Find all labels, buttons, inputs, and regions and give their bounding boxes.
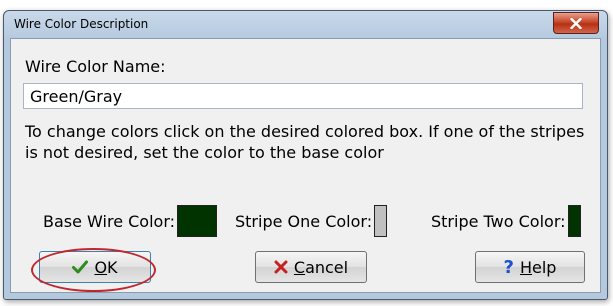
- cancel-button-label: Cancel: [293, 257, 349, 277]
- stripe-one-color-group: Stripe One Color:: [235, 205, 388, 237]
- stripe-two-color-swatch[interactable]: [567, 205, 581, 237]
- help-button[interactable]: ? Help: [475, 251, 585, 283]
- window-title: Wire Color Description: [14, 17, 149, 31]
- base-wire-color-group: Base Wire Color:: [43, 205, 217, 237]
- base-wire-color-swatch[interactable]: [177, 205, 217, 237]
- check-icon: [72, 260, 89, 274]
- help-button-label: Help: [519, 257, 557, 277]
- instructions-text: To change colors click on the desired co…: [25, 122, 585, 162]
- ok-button[interactable]: OK: [39, 251, 151, 283]
- wire-color-name-input[interactable]: [23, 83, 583, 109]
- stripe-two-color-label: Stripe Two Color:: [431, 211, 566, 231]
- dialog-window: Wire Color Description Wire Color Name: …: [3, 10, 608, 300]
- base-wire-color-label: Base Wire Color:: [43, 211, 175, 231]
- close-icon: [570, 17, 582, 29]
- stripe-two-color-group: Stripe Two Color:: [431, 205, 581, 237]
- cancel-button[interactable]: Cancel: [255, 251, 367, 283]
- ok-button-label: OK: [94, 257, 118, 277]
- title-bar[interactable]: Wire Color Description: [4, 11, 607, 38]
- question-icon: ?: [503, 256, 514, 278]
- close-button[interactable]: [553, 12, 599, 34]
- stripe-one-color-swatch[interactable]: [374, 205, 388, 237]
- dialog-body: Wire Color Name: To change colors click …: [10, 38, 601, 293]
- x-icon: [274, 260, 288, 274]
- stripe-one-color-label: Stripe One Color:: [235, 211, 373, 231]
- wire-color-name-label: Wire Color Name:: [25, 57, 166, 76]
